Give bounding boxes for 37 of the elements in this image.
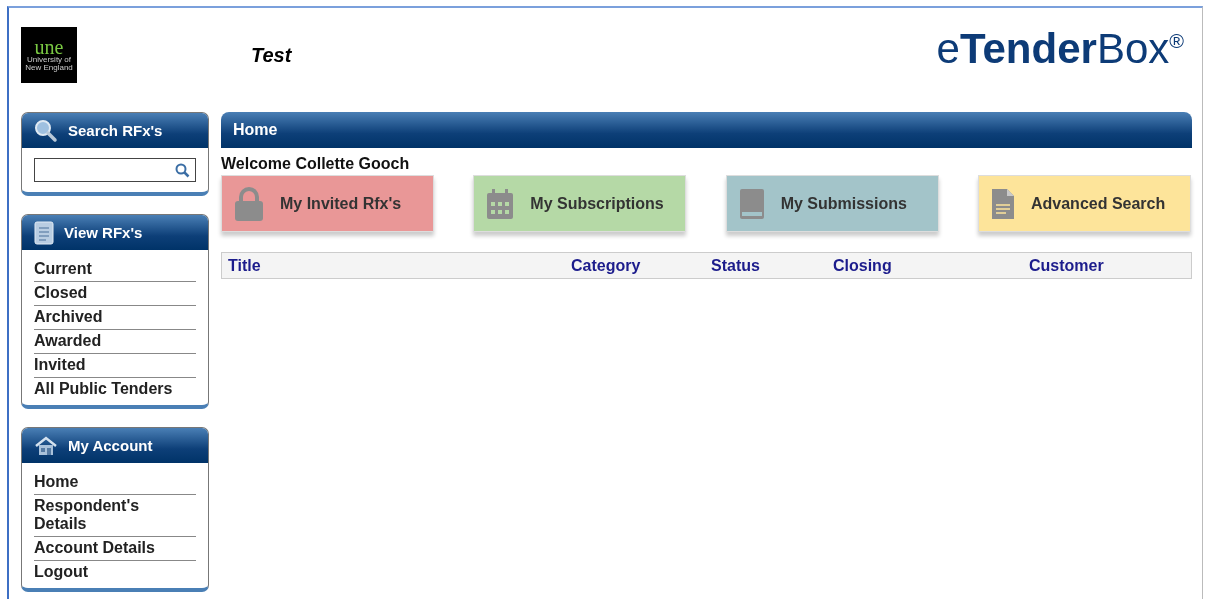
column-header[interactable]: Closing [833,256,1029,275]
shortcut-tile[interactable]: My Subscriptions [473,175,687,232]
magnifier-icon [34,118,58,143]
shortcut-tile[interactable]: My Submissions [725,175,939,232]
sidebar-link[interactable]: Respondent's Details [34,495,196,537]
house-icon [34,435,58,456]
sidebar-link[interactable]: All Public Tenders [34,378,196,401]
sidebar-link[interactable]: Logout [34,561,196,584]
column-header[interactable]: Status [711,256,833,275]
shortcut-tile[interactable]: Advanced Search [978,175,1191,232]
book-icon [738,187,765,220]
site-title: Test [251,43,292,67]
document-icon [991,187,1015,220]
sidebar-link[interactable]: Current [34,258,196,282]
padlock-icon [234,186,264,221]
search-icon[interactable] [175,162,190,178]
panel-title: View RFx's [64,224,143,241]
sidebar-link[interactable]: Closed [34,282,196,306]
column-header[interactable]: Customer [1029,256,1191,275]
document-list-icon [34,220,54,245]
calendar-icon [486,188,515,219]
sidebar-link[interactable]: Awarded [34,330,196,354]
shortcut-tile[interactable]: My Invited Rfx's [221,175,434,232]
panel-title: Search RFx's [68,122,163,139]
column-header[interactable]: Title [228,256,571,275]
panel-title: My Account [68,437,153,454]
section-header: Home [221,112,1192,148]
logo-mark: une [34,38,64,56]
brand-logo: eTenderBox$^{®}$ [936,25,1184,73]
sidebar-link[interactable]: Archived [34,306,196,330]
logo-caption: University of New England [24,56,74,72]
welcome-text: Welcome Collette Gooch [221,155,411,173]
sidebar-link[interactable]: Home [34,471,196,495]
search-field[interactable] [34,158,196,182]
sidebar-link[interactable]: Account Details [34,537,196,561]
sidebar-link[interactable]: Invited [34,354,196,378]
column-header[interactable]: Category [571,256,711,275]
